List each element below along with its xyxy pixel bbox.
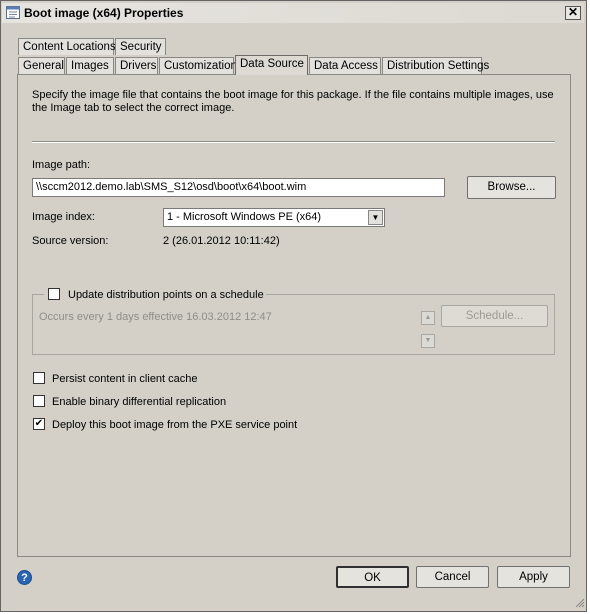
schedule-summary: Occurs every 1 days effective 16.03.2012…: [39, 311, 272, 323]
persist-content-label: Persist content in client cache: [52, 373, 198, 385]
image-index-label: Image index:: [32, 211, 95, 223]
schedule-checkbox[interactable]: [48, 288, 60, 300]
binary-differential-label: Enable binary differential replication: [52, 396, 227, 408]
apply-button[interactable]: Apply: [497, 566, 570, 588]
tab-images[interactable]: Images: [66, 57, 114, 74]
description-text: Specify the image file that contains the…: [32, 89, 554, 114]
source-version-value: 2 (26.01.2012 10:11:42): [163, 235, 280, 247]
pxe-deploy-label: Deploy this boot image from the PXE serv…: [52, 419, 298, 431]
image-path-input[interactable]: \\sccm2012.demo.lab\SMS_S12\osd\boot\x64…: [32, 178, 445, 197]
persist-content-checkbox[interactable]: [33, 372, 45, 384]
tab-general[interactable]: General: [18, 57, 65, 74]
cancel-button[interactable]: Cancel: [416, 566, 489, 588]
chevron-down-icon[interactable]: ▼: [368, 210, 383, 225]
image-index-select[interactable]: 1 - Microsoft Windows PE (x64) ▼: [163, 208, 385, 227]
tab-security[interactable]: Security: [115, 38, 166, 55]
tab-data-source[interactable]: Data Source: [235, 55, 308, 75]
tab-customization[interactable]: Customization: [159, 57, 237, 74]
resize-grip-icon[interactable]: [574, 597, 585, 608]
binary-differential-checkbox[interactable]: [33, 395, 45, 407]
spin-down-icon: ▼: [421, 334, 435, 348]
close-button[interactable]: ✕: [565, 6, 581, 20]
image-path-label: Image path:: [32, 159, 91, 171]
image-index-value: 1 - Microsoft Windows PE (x64): [167, 211, 322, 223]
window-title: Boot image (x64) Properties: [24, 6, 184, 20]
tab-distribution-settings[interactable]: Distribution Settings: [382, 57, 489, 74]
ok-button[interactable]: OK: [336, 566, 409, 588]
spin-up-icon: ▲: [421, 311, 435, 325]
separator: [32, 141, 555, 143]
tab-content-locations[interactable]: Content Locations: [18, 38, 116, 55]
source-version-label: Source version:: [32, 235, 109, 247]
properties-window-icon: [6, 6, 20, 19]
tab-drivers[interactable]: Drivers: [115, 57, 158, 74]
schedule-checkbox-label: Update distribution points on a schedule: [68, 289, 264, 301]
schedule-button[interactable]: Schedule...: [441, 305, 548, 327]
help-icon[interactable]: ?: [17, 570, 32, 585]
browse-button[interactable]: Browse...: [467, 176, 556, 199]
pxe-deploy-checkbox[interactable]: ✔: [33, 418, 45, 430]
tab-data-access[interactable]: Data Access: [309, 57, 381, 74]
